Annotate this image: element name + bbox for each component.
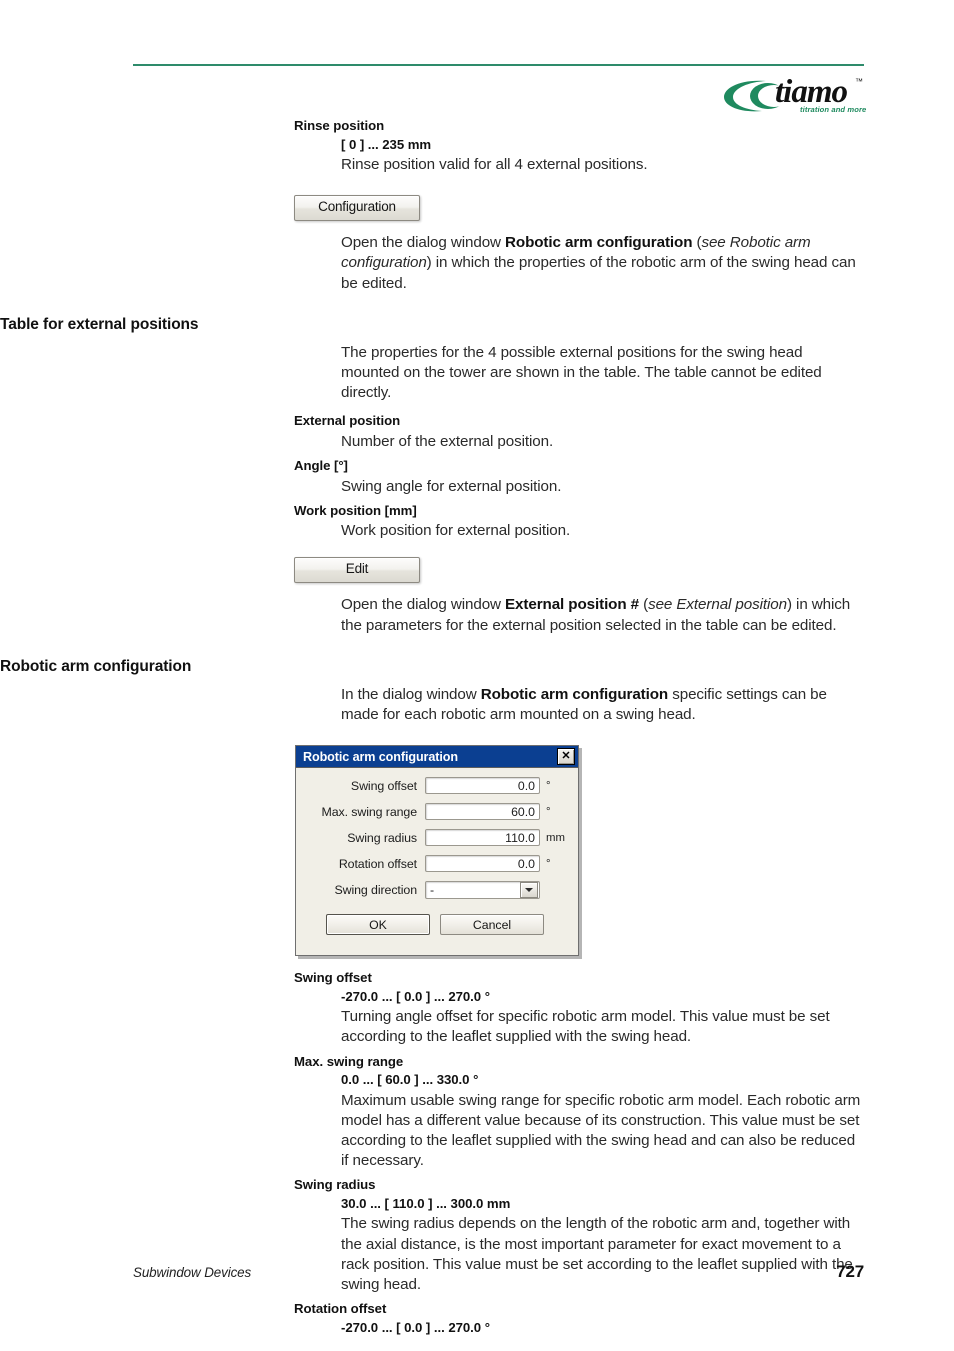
heading-table-external-positions: Table for external positions: [0, 315, 199, 333]
document-page: tiamo ™ titration and more Rinse positio…: [0, 0, 954, 1351]
body-edit-button: Open the dialog window External position…: [341, 595, 863, 635]
edit-button[interactable]: Edit: [294, 557, 420, 584]
body-swing-radius: The swing radius depends on the length o…: [341, 1215, 853, 1294]
footer-section-title: Subwindow Devices: [133, 1265, 252, 1280]
unit-rotation-offset: °: [546, 857, 551, 870]
body-work-position: Work position for external position.: [341, 522, 571, 540]
dialog-title: Robotic arm configuration: [303, 749, 458, 764]
body-external-position: Number of the external position.: [341, 432, 554, 450]
configuration-button[interactable]: Configuration: [294, 195, 420, 222]
cfg-text-bold: Robotic arm configuration: [505, 234, 693, 252]
param-external-position: External position: [294, 413, 401, 429]
tiamo-logo: tiamo ™ titration and more: [722, 70, 872, 116]
page-footer: Subwindow Devices 727: [133, 1262, 864, 1282]
body-angle: Swing angle for external position.: [341, 477, 562, 495]
label-rotation-offset: Rotation offset: [338, 856, 417, 871]
svg-text:titration and more: titration and more: [800, 105, 867, 114]
range-rinse-position: [ 0 ] ... 235 mm: [341, 136, 432, 152]
body-robotic-arm-configuration-intro: In the dialog window Robotic arm configu…: [341, 685, 863, 725]
input-swing-radius[interactable]: 110.0: [425, 829, 540, 847]
unit-swing-radius: mm: [546, 831, 565, 844]
dialog-screenshot: Robotic arm configuration ✕ Swing offset…: [295, 745, 579, 957]
label-max-swing-range: Max. swing range: [321, 804, 417, 819]
select-swing-direction-value: -: [430, 883, 435, 898]
body-swing-offset: Turning angle offset for specific roboti…: [341, 1008, 830, 1046]
edit-text-bold: External position #: [505, 596, 640, 614]
param-swing-radius: Swing radius: [294, 1177, 376, 1193]
rac-text-bold: Robotic arm configuration: [480, 685, 669, 703]
edit-text-mid: (: [639, 596, 649, 614]
dialog-titlebar[interactable]: Robotic arm configuration ✕: [296, 746, 578, 769]
ok-button[interactable]: OK: [326, 914, 430, 936]
range-swing-offset: -270.0 ... [ 0.0 ] ... 270.0 °: [341, 988, 490, 1004]
field-row-swing-direction: Swing direction -: [302, 881, 568, 900]
page-number: 727: [836, 1262, 864, 1281]
unit-swing-offset: °: [546, 779, 551, 792]
field-row-max-swing-range: Max. swing range 60.0 °: [302, 803, 568, 821]
caret-shape: [525, 888, 533, 893]
param-rotation-offset: Rotation offset: [294, 1301, 387, 1317]
label-swing-direction: Swing direction: [334, 883, 417, 898]
input-max-swing-range[interactable]: 60.0: [425, 803, 540, 821]
heading-robotic-arm-configuration: Robotic arm configuration: [0, 657, 192, 675]
dialog-button-row: OK Cancel: [302, 908, 568, 945]
cancel-button[interactable]: Cancel: [440, 914, 544, 936]
input-rotation-offset[interactable]: 0.0: [425, 855, 540, 873]
robotic-arm-configuration-dialog: Robotic arm configuration ✕ Swing offset…: [295, 745, 579, 957]
rac-text-pre: In the dialog window: [341, 685, 481, 703]
field-row-swing-radius: Swing radius 110.0 mm: [302, 829, 568, 847]
content-column: Rinse position [ 0 ] ... 235 mm Rinse po…: [0, 118, 954, 1336]
param-rinse-position: Rinse position: [294, 118, 385, 133]
range-rotation-offset: -270.0 ... [ 0.0 ] ... 270.0 °: [341, 1319, 490, 1335]
field-row-rotation-offset: Rotation offset 0.0 °: [302, 855, 568, 873]
chevron-down-icon[interactable]: [520, 882, 538, 899]
select-swing-direction[interactable]: -: [425, 881, 540, 900]
param-angle: Angle [°]: [294, 458, 348, 473]
edit-text-pre: Open the dialog window: [341, 596, 506, 614]
field-row-swing-offset: Swing offset 0.0 °: [302, 777, 568, 795]
body-table-external-positions-intro: The properties for the 4 possible extern…: [341, 343, 822, 402]
body-configuration-button: Open the dialog window Robotic arm confi…: [341, 233, 863, 294]
label-swing-radius: Swing radius: [347, 830, 417, 845]
input-swing-offset[interactable]: 0.0: [425, 777, 540, 795]
range-max-swing-range: 0.0 ... [ 60.0 ] ... 330.0 °: [341, 1072, 479, 1087]
header-rule: [133, 64, 864, 66]
cfg-text-see: see: [701, 234, 726, 252]
unit-max-swing-range: °: [546, 805, 551, 818]
body-max-swing-range: Maximum usable swing range for specific …: [341, 1091, 861, 1170]
param-swing-offset: Swing offset: [294, 970, 372, 986]
label-swing-offset: Swing offset: [350, 778, 417, 793]
edit-text-ref: External position: [672, 596, 787, 614]
edit-text-see: see: [648, 596, 673, 614]
cfg-text-pre: Open the dialog window: [341, 234, 506, 252]
dialog-body: Swing offset 0.0 ° Max. swing range 60.0…: [296, 768, 578, 955]
close-icon[interactable]: ✕: [557, 748, 575, 766]
svg-text:™: ™: [855, 77, 863, 86]
param-max-swing-range: Max. swing range: [294, 1053, 404, 1069]
range-swing-radius: 30.0 ... [ 110.0 ] ... 300.0 mm: [341, 1195, 511, 1211]
param-work-position: Work position [mm]: [294, 502, 417, 518]
body-rinse-position: Rinse position valid for all 4 external …: [341, 156, 648, 173]
